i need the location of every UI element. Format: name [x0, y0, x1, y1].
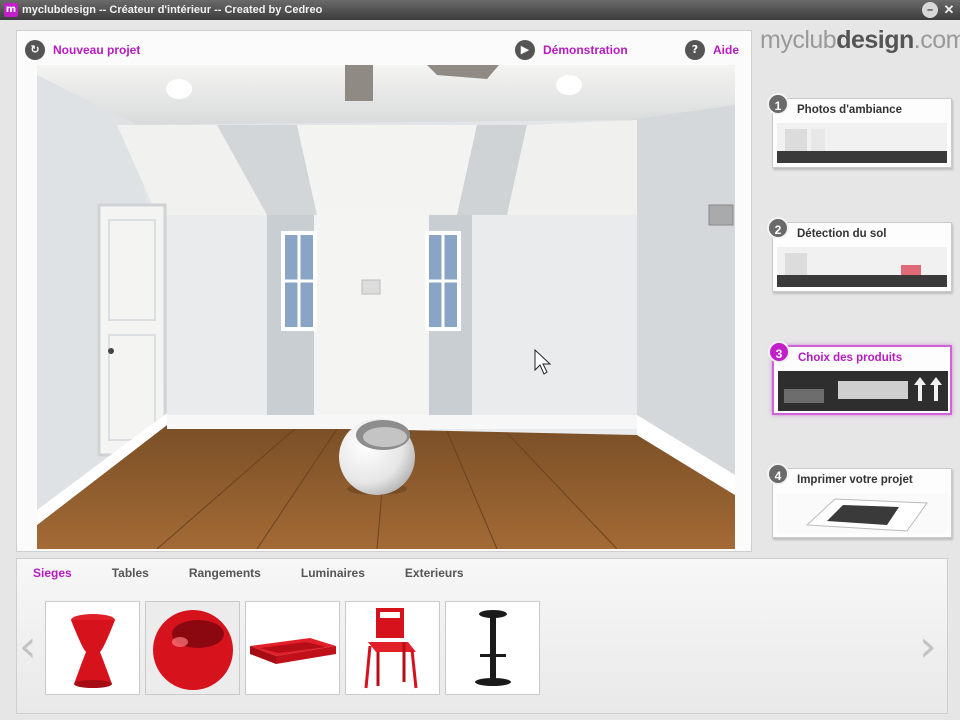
step-choix-produits[interactable]: 3 Choix des produits [768, 341, 952, 415]
red-chair-icon [364, 608, 418, 689]
print-thumbnail-icon [777, 493, 947, 533]
product-tile[interactable] [145, 601, 240, 695]
room-scene[interactable] [37, 65, 735, 549]
tab-exterieurs[interactable]: Exterieurs [405, 566, 464, 580]
room-thumbnail-icon [777, 123, 947, 163]
products-thumbnail-icon [778, 371, 948, 411]
step-label: Imprimer votre projet [797, 474, 913, 486]
product-tile[interactable] [345, 601, 440, 695]
catalog-next-button[interactable]: › [919, 625, 937, 669]
step-imprimer-projet[interactable]: 4 Imprimer votre projet [767, 463, 952, 538]
red-low-table-icon [250, 638, 336, 664]
tab-tables[interactable]: Tables [112, 566, 149, 580]
help-button[interactable]: ? Aide [685, 40, 739, 60]
catalog-prev-button[interactable]: ‹ [19, 625, 37, 669]
product-tile[interactable] [445, 601, 540, 695]
room-photo [37, 65, 735, 549]
black-bar-stool-icon [475, 610, 511, 686]
step-photos-ambiance[interactable]: 1 Photos d'ambiance [767, 93, 952, 168]
main-panel: ↻ Nouveau projet ▶ Démonstration ? Aide [16, 30, 752, 552]
step-label: Détection du sol [797, 228, 887, 240]
brand-part3: .com [913, 26, 960, 54]
step-number-badge: 4 [767, 463, 789, 485]
floor-detection-thumbnail-icon [777, 247, 947, 287]
demo-label: Démonstration [543, 43, 628, 57]
product-tile[interactable] [45, 601, 140, 695]
product-catalog: Sieges Tables Rangements Luminaires Exte… [16, 558, 948, 714]
brand-part2: design [836, 26, 914, 54]
refresh-icon: ↻ [25, 40, 45, 60]
step-detection-sol[interactable]: 2 Détection du sol [767, 217, 952, 292]
demo-button[interactable]: ▶ Démonstration [515, 40, 628, 60]
new-project-button[interactable]: ↻ Nouveau projet [25, 40, 140, 60]
product-tile[interactable] [245, 601, 340, 695]
step-number-badge: 2 [767, 217, 789, 239]
tab-luminaires[interactable]: Luminaires [301, 566, 365, 580]
window-title: myclubdesign -- Créateur d'intérieur -- … [22, 4, 323, 16]
step-number-badge: 1 [767, 93, 789, 115]
title-bar: m myclubdesign -- Créateur d'intérieur -… [0, 0, 960, 20]
help-icon: ? [685, 40, 705, 60]
red-egg-chair-icon [153, 610, 233, 690]
step-label: Photos d'ambiance [797, 104, 902, 116]
new-project-label: Nouveau projet [53, 43, 141, 57]
brand-part1: myclub [760, 26, 837, 54]
red-stool-icon [71, 614, 115, 688]
close-button[interactable]: ✕ [941, 2, 957, 18]
minimize-button[interactable]: – [922, 2, 938, 18]
step-label: Choix des produits [798, 352, 903, 364]
tab-rangements[interactable]: Rangements [189, 566, 261, 580]
brand-logo: myclubdesign.com [760, 26, 960, 55]
play-icon: ▶ [515, 40, 535, 60]
step-number-badge: 3 [768, 341, 790, 363]
catalog-tabs: Sieges Tables Rangements Luminaires Exte… [33, 566, 504, 580]
help-label: Aide [713, 43, 740, 57]
tab-sieges[interactable]: Sieges [33, 566, 72, 580]
app-logo-icon: m [4, 3, 18, 17]
